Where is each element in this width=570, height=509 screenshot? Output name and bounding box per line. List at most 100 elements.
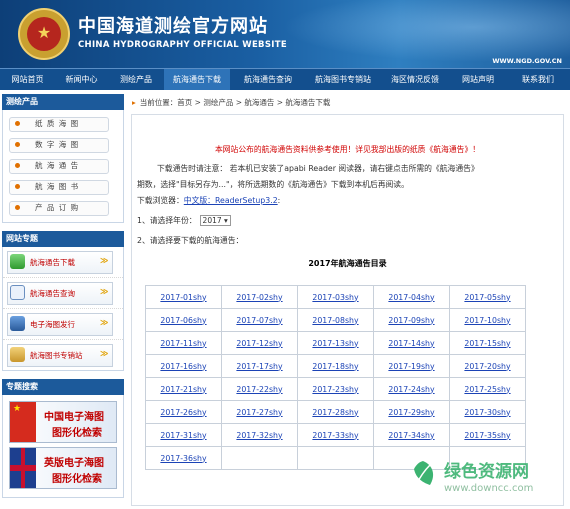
file-link[interactable]: 2017-14shy: [373, 331, 450, 355]
instruction-line-1: 下载通告时请注意： 若本机已安装了apabi Reader 阅读器，请右键点击所…: [157, 164, 479, 173]
computer-icon: [10, 316, 25, 331]
nav-notice-query[interactable]: 航海通告查询: [230, 69, 306, 90]
main-nav: 网站首页 新闻中心 测绘产品 航海通告下载 航海通告查询 航海图书专销站 海区情…: [0, 68, 570, 90]
file-link[interactable]: 2017-16shy: [145, 354, 222, 378]
bullet-icon: [15, 142, 20, 147]
special-notice-query[interactable]: 航海通告查询 ≫: [3, 278, 123, 309]
file-link[interactable]: 2017-27shy: [221, 400, 298, 424]
file-link[interactable]: 2017-03shy: [297, 285, 374, 309]
download-icon: [10, 254, 25, 269]
file-link[interactable]: 2017-36shy: [145, 446, 222, 470]
special-notice-download[interactable]: 航海通告下载 ≫: [3, 247, 123, 278]
nav-home[interactable]: 网站首页: [0, 69, 55, 90]
step1-label: 1、请选择年份：: [137, 216, 197, 225]
step2-label: 2、请选择要下载的航海通告：: [137, 236, 244, 245]
file-link[interactable]: 2017-35shy: [449, 423, 526, 447]
nav-news[interactable]: 新闻中心: [55, 69, 108, 90]
nav-products[interactable]: 测绘产品: [108, 69, 164, 90]
file-link[interactable]: 2017-07shy: [221, 308, 298, 332]
empty-cell: [297, 446, 374, 470]
sidebar: 测绘产品 纸 质 海 图 数 字 海 图 航 海 通 告 航 海 图 书 产 品…: [2, 94, 124, 498]
products-section-title: 测绘产品: [2, 94, 124, 110]
file-link[interactable]: 2017-06shy: [145, 308, 222, 332]
file-link[interactable]: 2017-33shy: [297, 423, 374, 447]
product-digital-chart[interactable]: 数 字 海 图: [3, 134, 123, 155]
specials-list: 航海通告下载 ≫ 航海通告查询 ≫ 电子海图发行 ≫ 航海图书专销站 ≫: [2, 247, 124, 371]
file-link[interactable]: 2017-05shy: [449, 285, 526, 309]
cn-echart-search-banner[interactable]: ★ 中国电子海图 图形化检索: [9, 401, 117, 443]
search-banners: ★ 中国电子海图 图形化检索 英版电子海图 图形化检索: [2, 395, 124, 498]
nav-feedback[interactable]: 海区情况反馈: [380, 69, 450, 90]
nav-contact[interactable]: 联系我们: [506, 69, 570, 90]
browser-download-row: 下载浏览器：中文版：ReaderSetup3.2:: [137, 196, 281, 205]
instruction-line-2: 期数，选择"目标另存为..."，将所选期数的《航海通告》下载到本机后再阅读。: [137, 180, 409, 189]
file-link[interactable]: 2017-28shy: [297, 400, 374, 424]
product-order[interactable]: 产 品 订 购: [3, 197, 123, 218]
bullet-icon: [15, 163, 20, 168]
special-book-store[interactable]: 航海图书专销站 ≫: [3, 340, 123, 370]
table-row: 2017-01shy 2017-02shy 2017-03shy 2017-04…: [145, 285, 526, 309]
double-chevron-icon: ≫: [100, 287, 109, 296]
file-link[interactable]: 2017-20shy: [449, 354, 526, 378]
file-link[interactable]: 2017-23shy: [297, 377, 374, 401]
nav-notice-download[interactable]: 航海通告下载: [164, 69, 230, 90]
file-link[interactable]: 2017-11shy: [145, 331, 222, 355]
product-paper-chart[interactable]: 纸 质 海 图: [3, 113, 123, 134]
table-row: 2017-31shy 2017-32shy 2017-33shy 2017-34…: [145, 423, 526, 447]
file-link[interactable]: 2017-29shy: [373, 400, 450, 424]
leaf-logo-icon: [414, 461, 434, 486]
double-chevron-icon: ≫: [100, 349, 109, 358]
table-row: 2017-06shy 2017-07shy 2017-08shy 2017-09…: [145, 308, 526, 332]
file-link[interactable]: 2017-04shy: [373, 285, 450, 309]
china-flag-icon: ★: [10, 402, 36, 442]
file-link[interactable]: 2017-15shy: [449, 331, 526, 355]
notice-warning: 本网站公布的航海通告资料供参考使用！详见我部出版的纸质《航海通告》！: [214, 145, 481, 154]
bullet-icon: [15, 205, 20, 210]
breadcrumb-text: 当前位置：首页 > 测绘产品 > 航海通告 > 航海通告下载: [139, 98, 331, 107]
product-notice[interactable]: 航 海 通 告: [3, 155, 123, 176]
uk-echart-search-banner[interactable]: 英版电子海图 图形化检索: [9, 447, 117, 489]
file-link[interactable]: 2017-18shy: [297, 354, 374, 378]
empty-cell: [221, 446, 298, 470]
file-link[interactable]: 2017-12shy: [221, 331, 298, 355]
table-row: 2017-16shy 2017-17shy 2017-18shy 2017-19…: [145, 354, 526, 378]
year-select[interactable]: 2017 ▾: [199, 215, 231, 226]
file-link[interactable]: 2017-08shy: [297, 308, 374, 332]
file-link[interactable]: 2017-02shy: [221, 285, 298, 309]
notice-file-table: 2017-01shy 2017-02shy 2017-03shy 2017-04…: [145, 285, 526, 470]
year-select-row: 1、请选择年份： 2017 ▾: [137, 215, 231, 226]
file-link[interactable]: 2017-13shy: [297, 331, 374, 355]
double-chevron-icon: ≫: [100, 256, 109, 265]
file-link[interactable]: 2017-25shy: [449, 377, 526, 401]
file-link[interactable]: 2017-31shy: [145, 423, 222, 447]
file-link[interactable]: 2017-21shy: [145, 377, 222, 401]
file-link[interactable]: 2017-22shy: [221, 377, 298, 401]
file-link[interactable]: 2017-26shy: [145, 400, 222, 424]
file-link[interactable]: 2017-01shy: [145, 285, 222, 309]
file-link[interactable]: 2017-32shy: [221, 423, 298, 447]
special-echart-release[interactable]: 电子海图发行 ≫: [3, 309, 123, 340]
file-link[interactable]: 2017-10shy: [449, 308, 526, 332]
nav-book-store[interactable]: 航海图书专销站: [306, 69, 380, 90]
file-link[interactable]: 2017-30shy: [449, 400, 526, 424]
reader-setup-link[interactable]: 中文版：ReaderSetup3.2: [184, 196, 278, 205]
watermark-text: 绿色资源网: [444, 462, 529, 482]
product-books[interactable]: 航 海 图 书: [3, 176, 123, 197]
uk-flag-icon: [10, 448, 36, 488]
file-link[interactable]: 2017-24shy: [373, 377, 450, 401]
search-section-title: 专题搜索: [2, 379, 124, 395]
site-url: WWW.NGD.GOV.CN: [492, 57, 562, 65]
table-title: 2017年航海通告目录: [308, 259, 387, 268]
file-link[interactable]: 2017-34shy: [373, 423, 450, 447]
double-chevron-icon: ≫: [100, 318, 109, 327]
navy-emblem-logo: ★: [18, 8, 70, 60]
file-link[interactable]: 2017-17shy: [221, 354, 298, 378]
magnifier-icon: [10, 285, 25, 300]
main-content: 本网站公布的航海通告资料供参考使用！详见我部出版的纸质《航海通告》！ 下载通告时…: [131, 114, 564, 506]
table-row: 2017-21shy 2017-22shy 2017-23shy 2017-24…: [145, 377, 526, 401]
nav-statement[interactable]: 网站声明: [450, 69, 506, 90]
file-link[interactable]: 2017-19shy: [373, 354, 450, 378]
specials-section-title: 网站专题: [2, 231, 124, 247]
table-row: 2017-26shy 2017-27shy 2017-28shy 2017-29…: [145, 400, 526, 424]
file-link[interactable]: 2017-09shy: [373, 308, 450, 332]
